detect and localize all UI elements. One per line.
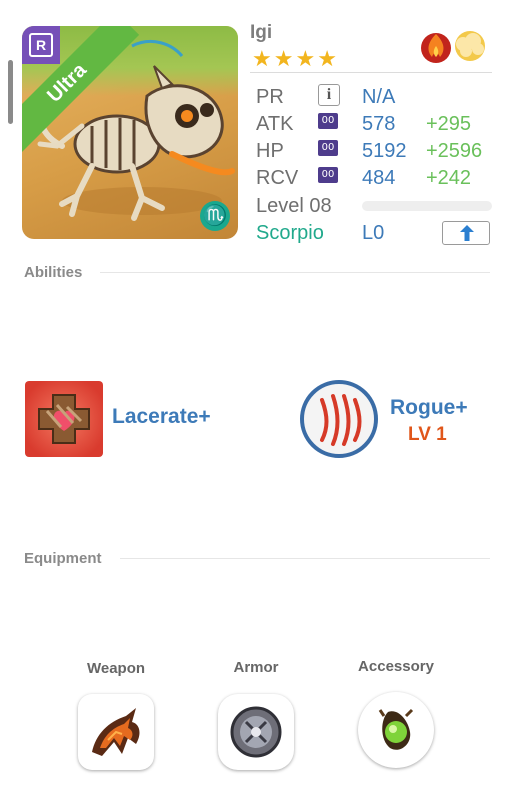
zodiac-label: Scorpio [256, 222, 324, 244]
star-icon: ★ [273, 46, 294, 71]
zodiac-level: L0 [362, 222, 385, 244]
stat-value: N/A [362, 86, 396, 108]
monster-portrait[interactable]: Ultra R ♏ [22, 26, 238, 239]
equip-label-accessory: Accessory [358, 658, 434, 675]
stat-bonus: +295 [426, 113, 472, 135]
ability-name: Lacerate+ [112, 405, 211, 428]
abilities-divider [100, 272, 490, 273]
fire-icon [421, 33, 451, 63]
level-label: Level 08 [256, 195, 332, 217]
info-icon[interactable]: i [318, 84, 340, 106]
armor-shield-icon [230, 706, 282, 758]
armor-slot[interactable] [218, 694, 294, 770]
header-divider [250, 72, 492, 73]
up-arrow-icon [460, 225, 474, 241]
zodiac-icon: ♏ [200, 201, 230, 231]
rogue-claw-icon[interactable] [300, 380, 378, 458]
weapon-slot[interactable] [78, 694, 154, 770]
stat-label: RCV [256, 167, 299, 189]
accessory-orb-icon [378, 708, 414, 750]
star-icon: ★ [295, 46, 316, 71]
plus-badge: 00 [318, 140, 338, 156]
stat-value: 484 [362, 167, 396, 189]
stat-label: PR [256, 86, 284, 108]
equip-label-weapon: Weapon [86, 660, 146, 677]
accessory-slot[interactable] [358, 692, 434, 768]
plus-badge: 00 [318, 113, 338, 129]
stat-value: 5192 [362, 140, 407, 162]
star-rating: ★ ★ ★ ★ [252, 48, 337, 70]
monster-name: Igi [250, 22, 273, 43]
ability-level: LV 1 [408, 424, 447, 445]
plus-badge: 00 [318, 167, 338, 183]
equipment-divider [120, 558, 490, 559]
stat-value: 578 [362, 113, 396, 135]
element-icons [421, 31, 485, 63]
equipment-title: Equipment [24, 550, 102, 567]
stat-label: ATK [256, 113, 294, 135]
level-progress-bar [362, 201, 492, 211]
lacerate-icon[interactable] [25, 381, 103, 457]
star-icon: ★ [317, 46, 337, 71]
stat-bonus: +2596 [426, 140, 483, 162]
weapon-claw-icon [92, 708, 140, 756]
stat-row-zodiac: Scorpio L0 [256, 220, 496, 246]
equip-label-armor: Armor [233, 659, 279, 676]
scrollbar[interactable] [8, 60, 13, 124]
stat-label: HP [256, 140, 284, 162]
ability-name: Rogue+ [390, 396, 468, 419]
rarity-badge: R [29, 33, 53, 57]
cloud-icon [455, 31, 485, 61]
stat-bonus: +242 [426, 167, 472, 189]
level-up-button[interactable] [442, 221, 490, 245]
abilities-title: Abilities [24, 264, 83, 281]
star-icon: ★ [252, 46, 272, 71]
stat-row-level: Level 08 [256, 193, 496, 219]
